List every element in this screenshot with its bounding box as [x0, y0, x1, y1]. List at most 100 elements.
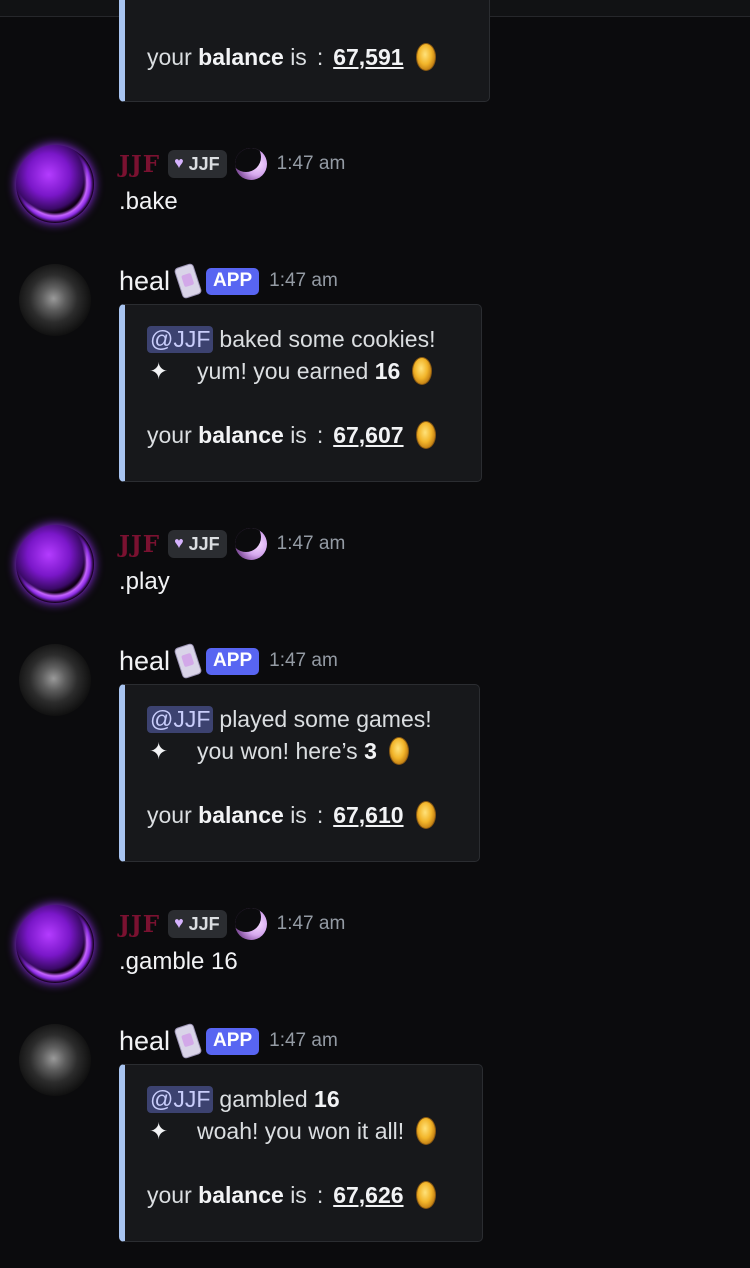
action-text: baked some cookies!: [219, 325, 436, 352]
moon-icon: [234, 528, 267, 560]
action-line: @JJF played some games!: [147, 703, 455, 735]
message-text: .play: [119, 568, 170, 595]
balance-word: balance: [198, 43, 284, 70]
guild-tag-label: JJF: [188, 533, 220, 554]
balance-word: balance: [198, 421, 284, 448]
balance-amount[interactable]: 67,626: [333, 1182, 403, 1209]
phone-icon: [173, 1022, 203, 1060]
balance-line: your balance is:67,607: [147, 419, 457, 451]
username[interactable]: heal: [119, 266, 170, 297]
username[interactable]: JJF: [119, 531, 160, 558]
app-badge: APP: [206, 647, 260, 675]
timestamp: 1:47 am: [269, 650, 338, 671]
timestamp: 1:47 am: [276, 913, 346, 934]
message-text: .bake: [119, 188, 178, 215]
balance-prefix: your: [147, 421, 192, 448]
colon: :: [316, 43, 324, 70]
avatar[interactable]: [19, 644, 91, 716]
reward-line: ✦ woah! you won it all!: [147, 1115, 458, 1147]
action-text: gambled: [219, 1085, 308, 1112]
balance-line: your balance is:67,591: [147, 41, 465, 73]
avatar[interactable]: [16, 145, 94, 223]
user-mention[interactable]: @JJF: [147, 1085, 214, 1113]
coin-icon: [412, 357, 433, 385]
colon: :: [316, 1181, 324, 1208]
avatar[interactable]: [16, 525, 94, 603]
message-header: JJF ♥ JJF 1:47 am: [119, 147, 345, 181]
action-amount: 16: [314, 1085, 340, 1112]
reward-amount: 16: [374, 357, 401, 384]
app-badge: APP: [206, 267, 260, 295]
balance-suffix: is: [290, 1181, 307, 1208]
user-mention[interactable]: @JJF: [147, 325, 214, 353]
phone-icon: [173, 642, 203, 680]
message-header: JJF ♥ JJF 1:47 am: [119, 907, 345, 941]
sparkle-icon: ✦: [149, 737, 169, 764]
embed-card: @JJF played some games! ✦ you won! here’s …: [119, 684, 480, 862]
reward-line: ✦ you won! here’s 3: [147, 735, 455, 767]
reward-text: yum! you earned: [197, 357, 369, 384]
embed-card: your balance is:67,591: [119, 0, 490, 102]
timestamp: 1:47 am: [276, 153, 346, 174]
heart-icon: ♥: [174, 535, 184, 552]
colon: :: [316, 801, 324, 828]
user-mention[interactable]: @JJF: [147, 705, 214, 733]
message-text: .gamble 16: [119, 948, 238, 975]
message-header: heal APP 1:47 am: [119, 262, 338, 300]
balance-suffix: is: [290, 801, 307, 828]
balance-amount[interactable]: 67,610: [333, 802, 403, 829]
sparkle-icon: ✦: [149, 357, 169, 384]
avatar[interactable]: [16, 905, 94, 983]
avatar[interactable]: [19, 1024, 91, 1096]
balance-line: your balance is:67,610: [147, 799, 455, 831]
action-line: @JJF gambled 16: [147, 1083, 458, 1115]
coin-icon: [415, 421, 436, 449]
action-text: played some games!: [219, 705, 432, 732]
timestamp: 1:47 am: [269, 270, 338, 291]
balance-suffix: is: [290, 43, 307, 70]
message-header: heal APP 1:47 am: [119, 642, 338, 680]
guild-tag[interactable]: ♥ JJF: [168, 530, 227, 558]
coin-icon: [415, 1181, 436, 1209]
balance-prefix: your: [147, 43, 192, 70]
balance-amount[interactable]: 67,591: [333, 44, 403, 71]
colon: :: [316, 421, 324, 448]
message-header: heal APP 1:47 am: [119, 1022, 338, 1060]
username[interactable]: heal: [119, 646, 170, 677]
message-header: JJF ♥ JJF 1:47 am: [119, 527, 345, 561]
reward-line: ✦ yum! you earned 16: [147, 355, 457, 387]
avatar[interactable]: [19, 264, 91, 336]
heart-icon: ♥: [174, 915, 184, 932]
embed-card: @JJF baked some cookies! ✦ yum! you earned…: [119, 304, 482, 482]
username[interactable]: JJF: [119, 151, 160, 178]
username[interactable]: JJF: [119, 911, 160, 938]
reward-amount: 3: [364, 737, 377, 764]
balance-prefix: your: [147, 1181, 192, 1208]
embed-card: @JJF gambled 16 ✦ woah! you won it all! yo…: [119, 1064, 483, 1242]
action-line: @JJF baked some cookies!: [147, 323, 457, 355]
coin-icon: [415, 43, 436, 71]
coin-icon: [416, 1117, 437, 1145]
guild-tag[interactable]: ♥ JJF: [168, 150, 227, 178]
username[interactable]: heal: [119, 1026, 170, 1057]
balance-prefix: your: [147, 801, 192, 828]
moon-icon: [234, 908, 267, 940]
phone-icon: [173, 262, 203, 300]
timestamp: 1:47 am: [276, 533, 346, 554]
balance-word: balance: [198, 801, 284, 828]
guild-tag-label: JJF: [188, 153, 220, 174]
app-badge: APP: [206, 1027, 260, 1055]
moon-icon: [234, 148, 267, 180]
balance-word: balance: [198, 1181, 284, 1208]
timestamp: 1:47 am: [269, 1030, 338, 1051]
reward-text: woah! you won it all!: [197, 1117, 405, 1144]
balance-amount[interactable]: 67,607: [333, 422, 403, 449]
coin-icon: [415, 801, 436, 829]
guild-tag[interactable]: ♥ JJF: [168, 910, 227, 938]
coin-icon: [388, 737, 409, 765]
balance-line: your balance is:67,626: [147, 1179, 458, 1211]
reward-text: you won! here’s: [197, 737, 358, 764]
sparkle-icon: ✦: [149, 1117, 169, 1144]
guild-tag-label: JJF: [188, 913, 220, 934]
heart-icon: ♥: [174, 155, 184, 172]
